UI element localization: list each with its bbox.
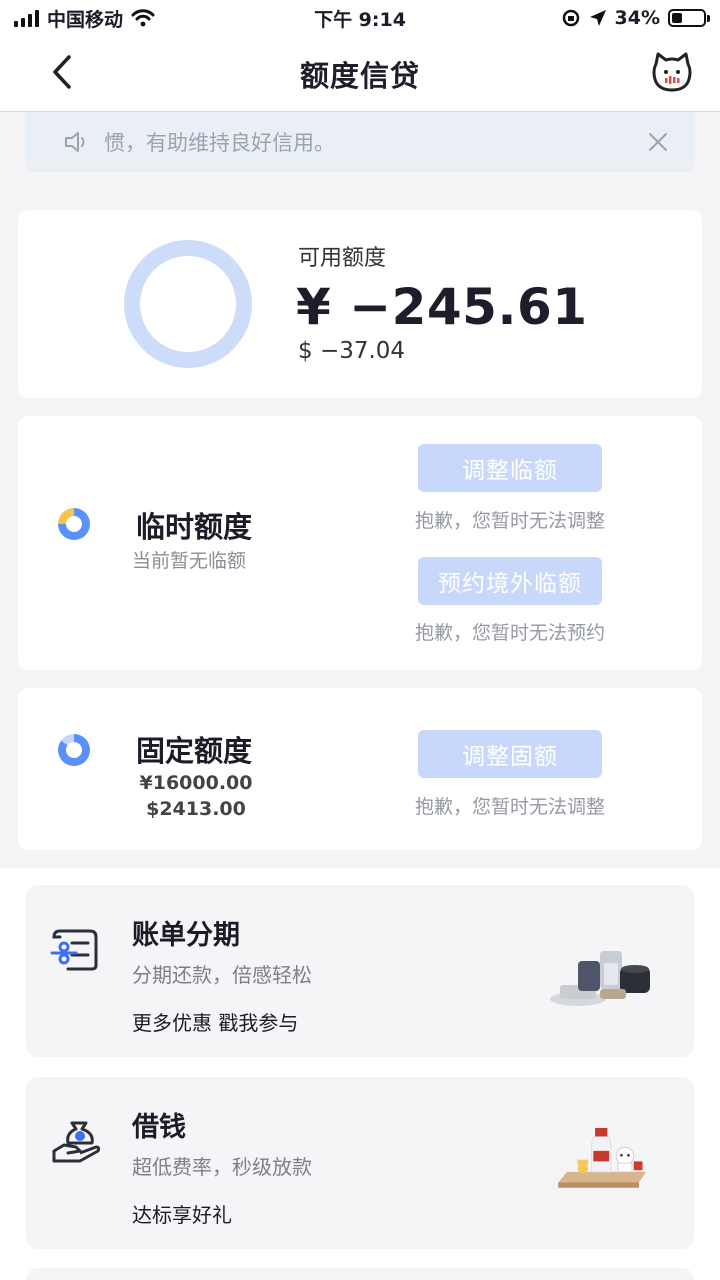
close-icon [649,133,667,151]
status-time: 下午 9:14 [314,8,406,31]
temporary-credit-title: 临时额度 [136,510,253,544]
notice-banner: 惯，有助维持良好信用。 [26,112,694,172]
location-arrow-icon [589,10,606,26]
wifi-icon [131,9,155,27]
temporary-credit-pie-icon [58,508,90,540]
installment-link[interactable]: 更多优惠 戳我参与 [132,1007,298,1036]
money-bag-icon [52,1121,101,1163]
reserve-overseas-note: 抱歉，您暂时无法预约 [414,622,605,644]
battery-icon [668,9,710,27]
status-left: 中国移动 [14,5,274,32]
fixed-credit-cny: ¥16000.00 [139,772,253,794]
adjust-temporary-note: 抱歉，您暂时无法调整 [414,510,605,532]
cat-mascot-icon [652,52,692,92]
fixed-credit-pie-icon [58,734,90,766]
notice-text: 惯，有助维持良好信用。 [104,131,335,155]
temporary-credit-card: 临时额度 当前暂无临额 调整临额 抱歉，您暂时无法调整 预约境外临额 抱歉，您暂… [18,416,702,670]
cookware-luggage-image [550,951,650,1006]
adjust-fixed-note: 抱歉，您暂时无法调整 [414,796,605,818]
signal-icon [14,9,39,27]
installment-subtitle: 分期还款，倍感轻松 [132,963,312,987]
more-services-card[interactable] [26,1268,694,1280]
installment-promo-card[interactable]: 账单分期 分期还款，倍感轻松 更多优惠 戳我参与 [26,885,694,1057]
installment-icon [50,929,98,971]
borrow-subtitle: 超低费率，秒级放款 [132,1155,312,1179]
notice-close-button[interactable] [644,128,672,156]
page-title: 额度信贷 [299,58,420,93]
available-credit-cny: ¥ −245.61 [296,278,588,336]
temporary-credit-subtitle: 当前暂无临额 [132,550,247,572]
borrow-title: 借钱 [132,1112,186,1143]
chevron-left-icon [53,55,71,89]
available-credit-card: 可用额度 ¥ −245.61 $ −37.04 [18,210,702,398]
installment-title: 账单分期 [132,920,240,951]
gift-liquor-image [558,1128,647,1188]
reserve-overseas-button[interactable]: 预约境外临额 [418,557,602,605]
fixed-credit-title: 固定额度 [136,734,253,768]
services-section: 账单分期 分期还款，倍感轻松 更多优惠 戳我参与 借钱 超低费率，秒级放款 达标… [0,868,720,1280]
adjust-fixed-button[interactable]: 调整固额 [418,730,602,778]
assistant-avatar-button[interactable] [650,50,694,94]
battery-level [672,13,683,23]
battery-percent: 34% [614,7,660,29]
nav-bar: 额度信贷 [0,36,720,112]
orientation-lock-icon [562,9,579,27]
fixed-credit-card: 固定额度 ¥16000.00 $2413.00 调整固额 抱歉，您暂时无法调整 [18,688,702,850]
status-bar: 中国移动 下午 9:14 34% [0,0,720,36]
speaker-icon [65,132,85,152]
available-credit-label: 可用额度 [298,246,387,271]
available-credit-usd: $ −37.04 [298,338,406,364]
fixed-credit-usd: $2413.00 [146,798,246,820]
borrow-promo-card[interactable]: 借钱 超低费率，秒级放款 达标享好礼 [26,1077,694,1249]
back-button[interactable] [40,50,84,94]
credit-ring-chart [124,240,252,368]
carrier-name: 中国移动 [47,8,124,31]
borrow-link[interactable]: 达标享好礼 [132,1199,232,1228]
status-right: 34% [446,7,710,29]
adjust-temporary-button[interactable]: 调整临额 [418,444,602,492]
